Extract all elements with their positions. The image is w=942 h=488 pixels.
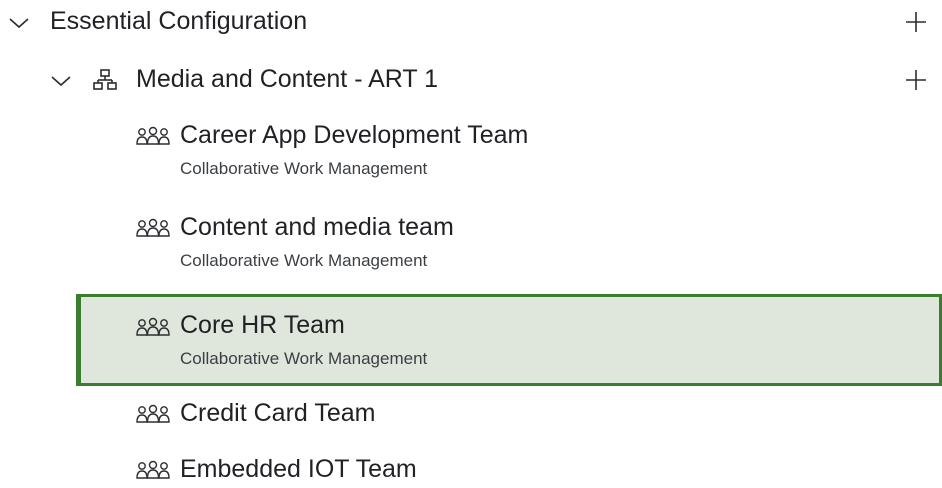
tree-item-team-selected[interactable]: Core HR Team Collaborative Work Manageme… (76, 294, 942, 386)
team-subtitle: Collaborative Work Management (180, 159, 428, 178)
team-icon (136, 460, 170, 480)
chevron-down-icon[interactable] (50, 74, 72, 88)
chevron-down-icon[interactable] (8, 16, 30, 30)
team-icon (136, 317, 170, 337)
team-name[interactable]: Core HR Team (180, 310, 345, 340)
hierarchy-tree: Essential Configuration Media and Conten… (0, 0, 942, 488)
tree-item-team[interactable]: Content and media team Collaborative Wor… (0, 212, 942, 284)
org-chart-icon (93, 68, 117, 92)
tree-node-label[interactable]: Media and Content - ART 1 (136, 64, 438, 94)
tree-item-team[interactable]: Credit Card Team (0, 398, 942, 434)
team-subtitle: Collaborative Work Management (180, 251, 428, 270)
team-icon (136, 218, 170, 238)
team-name[interactable]: Embedded IOT Team (180, 454, 417, 484)
team-name[interactable]: Career App Development Team (180, 120, 528, 150)
tree-node-media-and-content[interactable]: Media and Content - ART 1 (0, 60, 942, 100)
tree-item-team[interactable]: Embedded IOT Team (0, 454, 942, 488)
plus-icon[interactable] (905, 11, 927, 33)
plus-icon[interactable] (905, 69, 927, 91)
tree-node-essential-configuration[interactable]: Essential Configuration (0, 2, 942, 42)
team-icon (136, 404, 170, 424)
team-name[interactable]: Content and media team (180, 212, 454, 242)
tree-node-label[interactable]: Essential Configuration (50, 6, 307, 36)
team-icon (136, 126, 170, 146)
team-subtitle: Collaborative Work Management (180, 349, 428, 368)
team-name[interactable]: Credit Card Team (180, 398, 375, 428)
tree-item-team[interactable]: Career App Development Team Collaborativ… (0, 120, 942, 192)
